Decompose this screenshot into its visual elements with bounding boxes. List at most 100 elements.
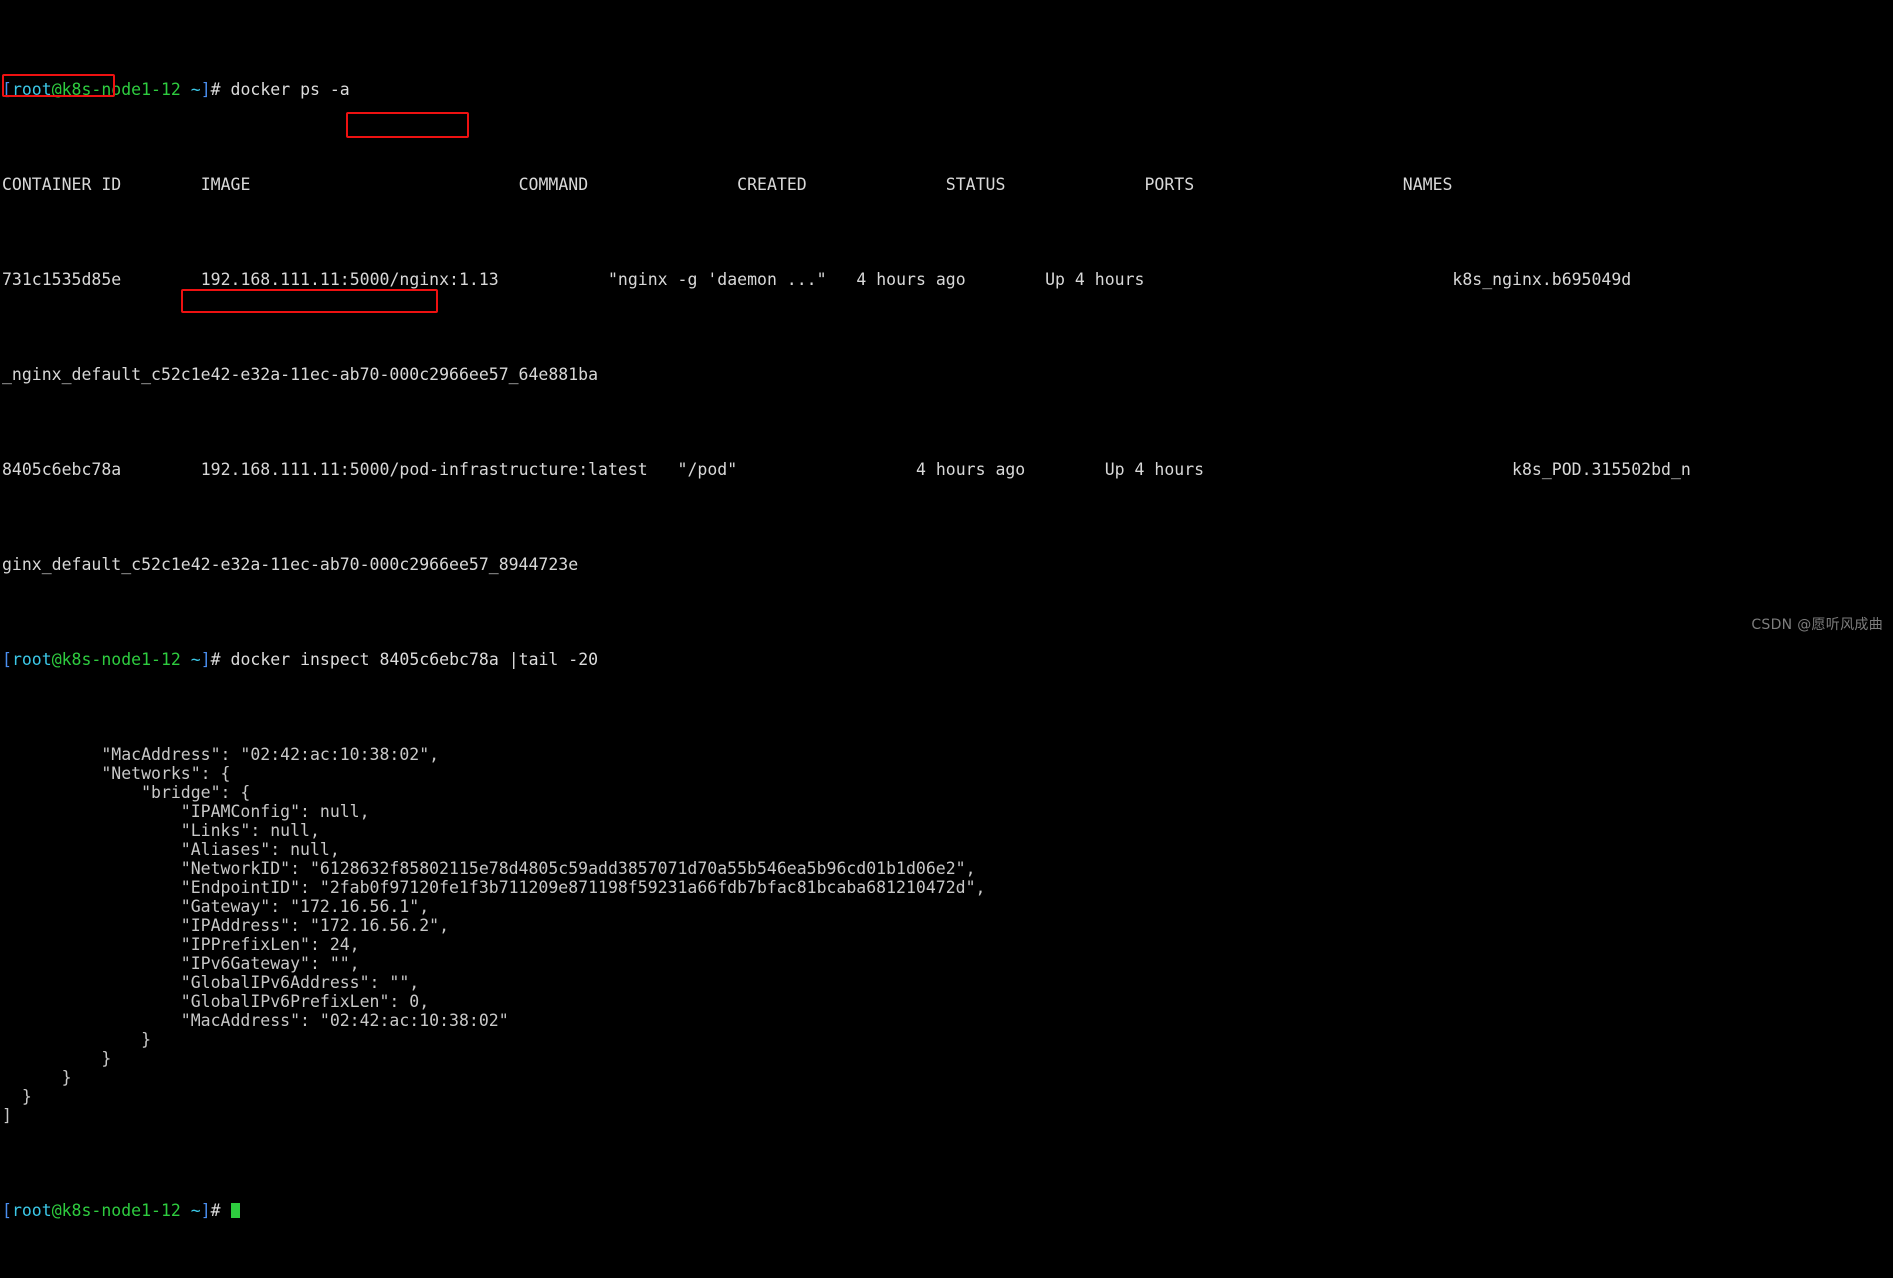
pad-g <box>648 460 678 479</box>
row1-created: 4 hours ago <box>915 460 1026 479</box>
inspect-output-line: "IPAMConfig": null, <box>2 802 1893 821</box>
inspect-output-line: "Gateway": "172.16.56.1", <box>2 897 1893 916</box>
header-image: IMAGE <box>200 175 251 194</box>
prompt2-bracket-open: [ <box>2 650 12 669</box>
prompt3-space <box>181 1201 191 1220</box>
pad-5 <box>1005 175 1144 194</box>
prompt2-user: root <box>11 650 52 669</box>
prompt-sigil: # <box>210 80 231 99</box>
pad-c <box>827 270 857 289</box>
inspect-output-line: "IPAddress": "172.16.56.2", <box>2 916 1893 935</box>
prompt3-user: root <box>11 1201 52 1220</box>
inspect-output-text: "Networks": { <box>2 764 231 783</box>
inspect-output-text: "Links": null, <box>2 821 320 840</box>
pad-4 <box>807 175 946 194</box>
command-docker-ps: docker ps -a <box>230 80 350 99</box>
inspect-output-line: } <box>2 1087 1893 1106</box>
row1-image: 192.168.111.11:5000/pod-infrastructure:l… <box>200 460 648 479</box>
header-container-id: CONTAINER ID <box>2 175 122 194</box>
terminal-line-prompt-final: [root@k8s-node1-12 ~]# <box>2 1201 1893 1220</box>
prompt3-sigil: # <box>210 1201 231 1220</box>
pad-1 <box>121 175 200 194</box>
row0-names: k8s_nginx.b695049d <box>1452 270 1632 289</box>
terminal-window[interactable]: [root@k8s-node1-12 ~]# docker ps -a CONT… <box>0 0 1893 1220</box>
prompt2-sigil: # <box>210 650 231 669</box>
inspect-output-line: "GlobalIPv6PrefixLen": 0, <box>2 992 1893 1011</box>
pad-j <box>1204 460 1512 479</box>
inspect-output-line: "Aliases": null, <box>2 840 1893 859</box>
prompt-user: root <box>11 80 52 99</box>
inspect-output-text: "IPv6Gateway": "", <box>2 954 360 973</box>
inspect-output-text: } <box>2 1087 32 1106</box>
inspect-output-text: } <box>2 1068 72 1087</box>
csdn-watermark: CSDN @愿听风成曲 <box>1751 617 1883 633</box>
inspect-output-line: "EndpointID": "2fab0f97120fe1f3b711209e8… <box>2 878 1893 897</box>
row0-command: "nginx -g 'daemon ..." <box>608 270 827 289</box>
inspect-output-text: "MacAddress": "02:42:ac:10:38:02", <box>2 745 440 764</box>
inspect-output-text: "Aliases": null, <box>2 840 340 859</box>
row0-status: Up 4 hours <box>1045 270 1145 289</box>
prompt3-path: ~ <box>190 1201 201 1220</box>
inspect-output-body: "MacAddress": "02:42:ac:10:38:02", "Netw… <box>2 745 1893 1125</box>
ps-table-header-row: CONTAINER ID IMAGE COMMAND CREATED STATU… <box>2 175 1893 194</box>
prompt3-bracket-close: ] <box>200 1201 211 1220</box>
table-row-wrap: _nginx_default_c52c1e42-e32a-11ec-ab70-0… <box>2 365 1893 384</box>
header-created: CREATED <box>737 175 807 194</box>
prompt3-host: k8s-node1-12 <box>61 1201 181 1220</box>
prompt-bracket-close: ] <box>200 80 211 99</box>
inspect-output-line: "IPv6Gateway": "", <box>2 954 1893 973</box>
row1-names: k8s_POD.315502bd_n <box>1512 460 1691 479</box>
inspect-output-text: "bridge": { <box>2 783 251 802</box>
header-names: NAMES <box>1402 175 1453 194</box>
prompt-at: @ <box>51 80 62 99</box>
table-row: 8405c6ebc78a 192.168.111.11:5000/pod-inf… <box>2 460 1893 479</box>
prompt-path: ~ <box>190 80 201 99</box>
row0-created: 4 hours ago <box>856 270 966 289</box>
prompt2-bracket-close: ] <box>200 650 211 669</box>
command-docker-inspect-target[interactable]: 8405c6ebc78a <box>380 650 499 669</box>
table-row: 731c1535d85e 192.168.111.11:5000/nginx:1… <box>2 270 1893 289</box>
row1-status: Up 4 hours <box>1104 460 1205 479</box>
pad-2 <box>250 175 518 194</box>
row0-image: 192.168.111.11:5000/nginx:1.13 <box>200 270 499 289</box>
inspect-output-line: } <box>2 1030 1893 1049</box>
inspect-output-line: "IPPrefixLen": 24, <box>2 935 1893 954</box>
row0-container-id: 731c1535d85e <box>2 270 122 289</box>
row0-names-wrap: _nginx_default_c52c1e42-e32a-11ec-ab70-0… <box>2 365 599 384</box>
pad-3 <box>588 175 737 194</box>
header-ports: PORTS <box>1144 175 1195 194</box>
pad-b <box>499 270 608 289</box>
terminal-line-prompt-ps: [root@k8s-node1-12 ~]# docker ps -a <box>2 80 1893 99</box>
inspect-output-text: "NetworkID": "6128632f85802115e78d4805c5… <box>2 859 976 878</box>
inspect-output-text: "IPAMConfig": null, <box>2 802 370 821</box>
prompt2-path: ~ <box>190 650 201 669</box>
prompt3-bracket-open: [ <box>2 1201 12 1220</box>
inspect-output-text: } <box>2 1049 112 1068</box>
prompt2-at: @ <box>51 650 62 669</box>
command-docker-inspect-prefix: docker inspect <box>230 650 380 669</box>
inspect-output-line: } <box>2 1049 1893 1068</box>
inspect-output-text: "GlobalIPv6Address": "", <box>2 973 420 992</box>
prompt-bracket-open: [ <box>2 80 12 99</box>
row1-container-id[interactable]: 8405c6ebc78a <box>2 460 121 479</box>
pad-e <box>1144 270 1452 289</box>
inspect-output-line: "NetworkID": "6128632f85802115e78d4805c5… <box>2 859 1893 878</box>
inspect-output-text: "GlobalIPv6PrefixLen": 0, <box>2 992 430 1011</box>
inspect-output-text: "IPAddress": "172.16.56.2", <box>2 916 450 935</box>
pad-d <box>966 270 1045 289</box>
command-docker-inspect-suffix: |tail -20 <box>498 650 599 669</box>
inspect-output-text: "MacAddress": "02:42:ac:10:38:02" <box>2 1011 509 1030</box>
inspect-output-text: "IPPrefixLen": 24, <box>2 935 360 954</box>
terminal-cursor <box>230 1203 240 1218</box>
annotation-inspect-arg-highlight <box>346 112 469 138</box>
pad-h <box>737 460 916 479</box>
row1-command: "/pod" <box>677 460 738 479</box>
inspect-output-line: "Links": null, <box>2 821 1893 840</box>
pad-a <box>121 270 200 289</box>
terminal-line-prompt-inspect: [root@k8s-node1-12 ~]# docker inspect 84… <box>2 650 1893 669</box>
inspect-output-line: "GlobalIPv6Address": "", <box>2 973 1893 992</box>
inspect-output-text: ] <box>2 1106 12 1125</box>
inspect-output-line: } <box>2 1068 1893 1087</box>
header-status: STATUS <box>945 175 1006 194</box>
